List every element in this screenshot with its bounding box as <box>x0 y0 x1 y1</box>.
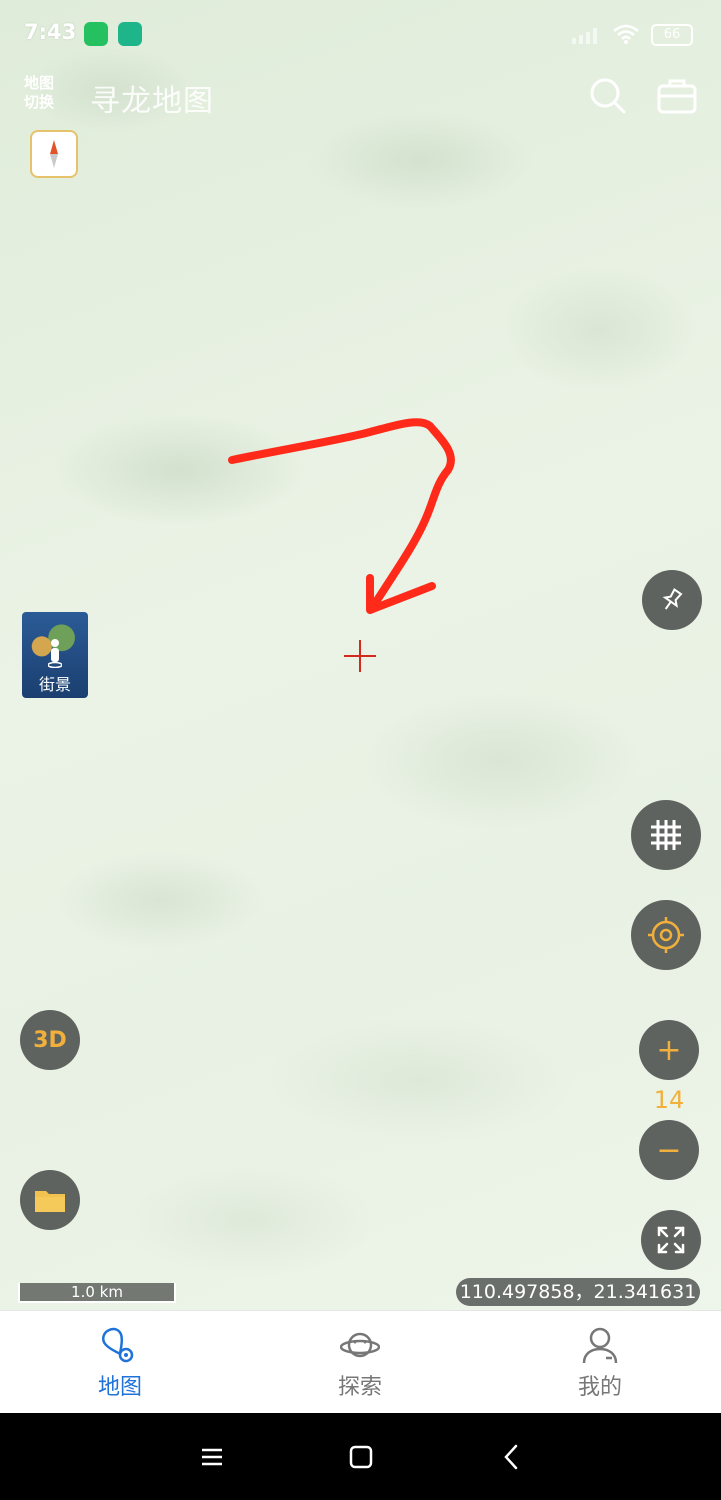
zoom-in-button[interactable]: + <box>639 1020 699 1080</box>
compass-button[interactable] <box>30 130 78 178</box>
pin-icon <box>662 588 683 610</box>
coordinates-readout[interactable]: 110.497858，21.341631 <box>456 1278 700 1306</box>
scale-bar: 1.0 km <box>18 1283 176 1303</box>
menu-icon[interactable] <box>196 1441 228 1473</box>
nav-label-me: 我的 <box>577 1375 622 1400</box>
nav-tab-explore[interactable]: 探索 <box>240 1311 480 1414</box>
back-icon[interactable] <box>496 1441 528 1473</box>
bottom-navigation: 地图 探索 我的 <box>0 1310 721 1414</box>
status-bar: 7:43 66 <box>0 0 721 66</box>
nav-tab-map[interactable]: 地图 <box>0 1311 240 1414</box>
grid-button[interactable] <box>631 800 701 870</box>
nav-label-explore: 探索 <box>337 1375 382 1400</box>
grid-icon <box>651 820 681 850</box>
pin-button[interactable] <box>642 570 702 630</box>
3d-toggle-button[interactable]: 3D <box>20 1010 80 1070</box>
status-time: 7:43 <box>24 20 77 44</box>
signal-icon <box>572 28 597 44</box>
map-switch-button[interactable]: 地图 切换 <box>24 74 66 112</box>
locate-icon <box>648 917 684 953</box>
zoom-out-label: − <box>656 1132 682 1168</box>
wifi-icon <box>613 24 639 44</box>
toolbox-icon[interactable] <box>656 76 698 116</box>
streetview-label: 街景 <box>38 675 71 694</box>
3d-label: 3D <box>33 1027 67 1053</box>
locate-button[interactable] <box>631 900 701 970</box>
nav-tab-me[interactable]: 我的 <box>480 1311 720 1414</box>
zoom-level: 14 <box>653 1086 685 1114</box>
home-icon[interactable] <box>345 1441 377 1473</box>
map-center-crosshair <box>344 640 376 672</box>
search-icon[interactable] <box>588 76 628 116</box>
battery-icon: 66 <box>651 24 693 46</box>
fullscreen-button[interactable] <box>641 1210 701 1270</box>
wechat-icon <box>84 22 108 46</box>
folder-icon <box>35 1191 65 1212</box>
map-switch-label: 地图 切换 <box>24 74 55 111</box>
zoom-out-button[interactable]: − <box>639 1120 699 1180</box>
fullscreen-icon <box>657 1226 685 1254</box>
map-location-icon <box>101 1327 134 1363</box>
annotation-arrow <box>228 418 455 614</box>
nav-label-map: 地图 <box>97 1375 142 1400</box>
compass-icon <box>50 140 58 168</box>
folder-button[interactable] <box>20 1170 80 1230</box>
person-icon <box>48 639 62 668</box>
user-icon <box>582 1327 618 1364</box>
app-title: 寻龙地图 <box>90 84 214 119</box>
planet-icon <box>340 1332 380 1358</box>
shield-icon <box>118 22 142 46</box>
zoom-in-label: + <box>656 1032 682 1068</box>
system-navigation-bar <box>0 1413 721 1500</box>
streetview-button[interactable]: 街景 <box>22 612 88 698</box>
